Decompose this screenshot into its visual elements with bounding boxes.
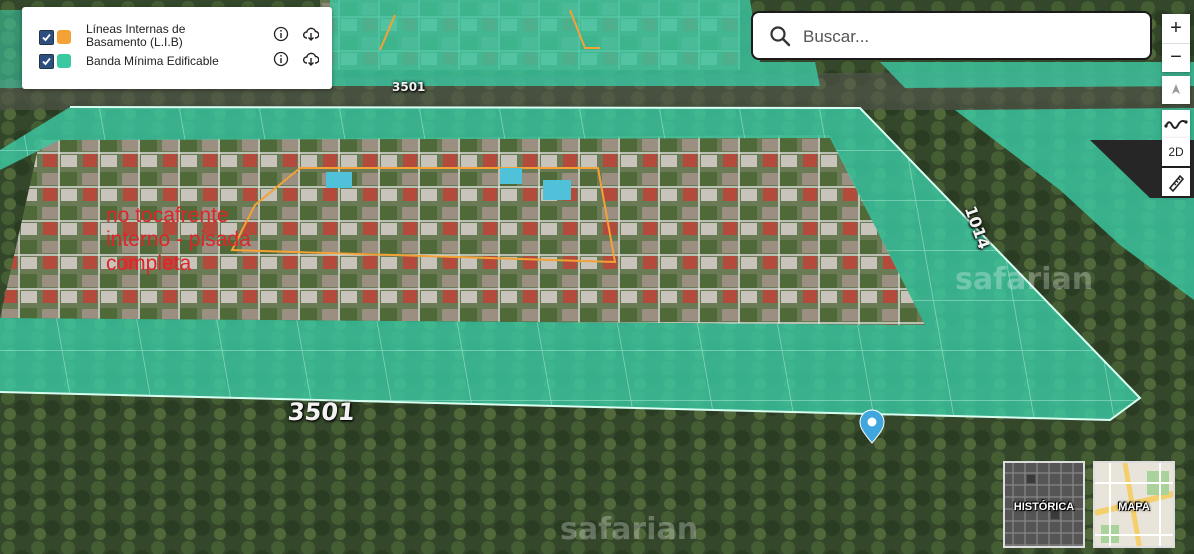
ruler-icon <box>1168 174 1185 193</box>
search-bar <box>751 11 1152 60</box>
view-mode-label: 2D <box>1168 145 1184 159</box>
legend-label-lib: Líneas Internas de Basamento (L.I.B) <box>86 22 186 49</box>
legend-label-banda: Banda Mínima Edificable <box>86 54 219 68</box>
watermark: safarian <box>560 512 699 547</box>
street-number-top: 3501 <box>392 80 426 94</box>
compass-icon <box>1172 84 1180 94</box>
info-icon[interactable] <box>273 26 289 42</box>
zoom-in-button[interactable]: + <box>1162 14 1190 42</box>
zoom-out-button[interactable]: − <box>1162 43 1190 71</box>
compass-button[interactable] <box>1162 76 1190 104</box>
annotation-line-1: no tocafrente <box>106 204 229 227</box>
basemap-historica[interactable]: HISTÓRICA <box>1003 461 1085 548</box>
color-swatch-banda <box>57 54 71 68</box>
search-icon[interactable] <box>769 25 791 47</box>
cloud-download-icon[interactable] <box>303 51 319 67</box>
checkbox-banda[interactable] <box>39 54 54 69</box>
basemap-mapa-label: MAPA <box>1118 501 1150 513</box>
legend-item-lib[interactable]: Líneas Internas de Basamento (L.I.B) <box>22 15 332 51</box>
basemap-historica-label: HISTÓRICA <box>1013 501 1075 513</box>
map-annotation: no tocafrente interno - pisada completa <box>106 204 346 276</box>
terrain-profile-icon <box>1164 120 1188 129</box>
street-number-bottom: 3501 <box>286 398 357 426</box>
measure-button[interactable] <box>1162 168 1190 196</box>
cloud-download-icon[interactable] <box>303 26 319 42</box>
checkbox-lib[interactable] <box>39 30 54 45</box>
watermark-right: safarian <box>955 262 1094 297</box>
terrain-button[interactable] <box>1162 110 1190 138</box>
layer-legend: Líneas Internas de Basamento (L.I.B) Ban… <box>22 7 332 89</box>
basemap-mapa[interactable]: MAPA <box>1093 461 1175 548</box>
search-input[interactable] <box>801 23 1135 51</box>
info-icon[interactable] <box>273 51 289 67</box>
view-mode-button[interactable]: 2D <box>1162 138 1190 166</box>
zoom-controls: + − <box>1162 14 1190 72</box>
legend-item-banda[interactable]: Banda Mínima Edificable <box>22 51 332 87</box>
annotation-line-3: completa <box>106 252 192 275</box>
color-swatch-lib <box>57 30 71 44</box>
annotation-line-2: interno - pisada <box>106 228 251 251</box>
